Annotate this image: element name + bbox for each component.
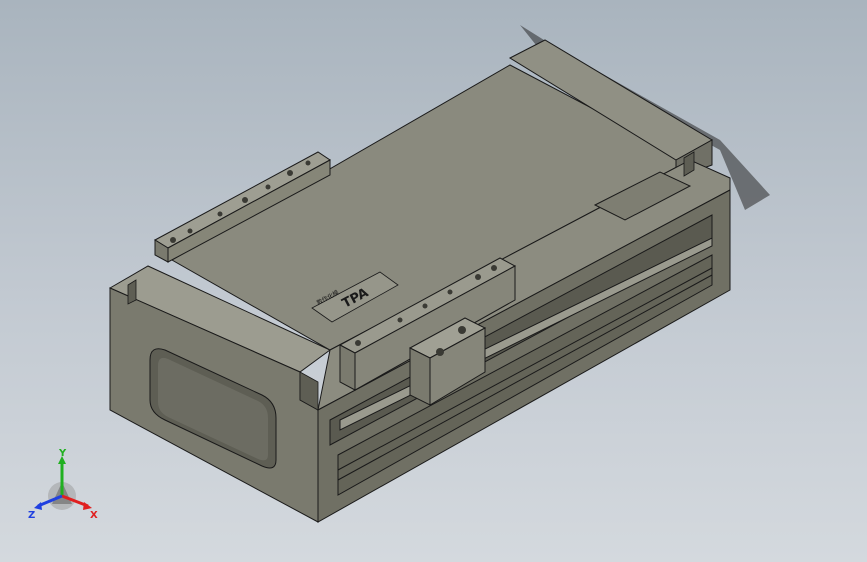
z-axis-label: Z <box>28 510 35 521</box>
mounting-hole <box>242 197 248 203</box>
mounting-hole <box>355 340 361 346</box>
slider-hole <box>436 348 444 356</box>
mounting-hole <box>170 237 176 243</box>
z-arrow-icon <box>34 502 42 510</box>
x-axis-label: X <box>90 510 98 521</box>
mounting-hole <box>447 289 453 295</box>
mounting-hole <box>187 228 193 234</box>
mounting-hole <box>305 160 311 166</box>
mounting-hole <box>422 303 428 309</box>
y-axis-label: Y <box>58 448 67 459</box>
slider-block-front <box>409 347 431 406</box>
mounting-hole <box>491 265 497 271</box>
mounting-hole <box>265 184 271 190</box>
mounting-hole <box>217 211 223 217</box>
linear-stage-model[interactable]: TPA 数作化模 <box>0 0 867 562</box>
x-arrow-icon <box>83 502 92 510</box>
slider-hole <box>458 326 466 334</box>
mounting-hole <box>287 170 293 176</box>
carriage-bar-front <box>339 344 356 391</box>
mounting-hole <box>475 274 481 280</box>
mounting-hole <box>397 317 403 323</box>
graphics-viewport[interactable]: TPA 数作化模 Y X Z <box>0 0 867 562</box>
orientation-triad: Y X Z <box>28 448 98 521</box>
